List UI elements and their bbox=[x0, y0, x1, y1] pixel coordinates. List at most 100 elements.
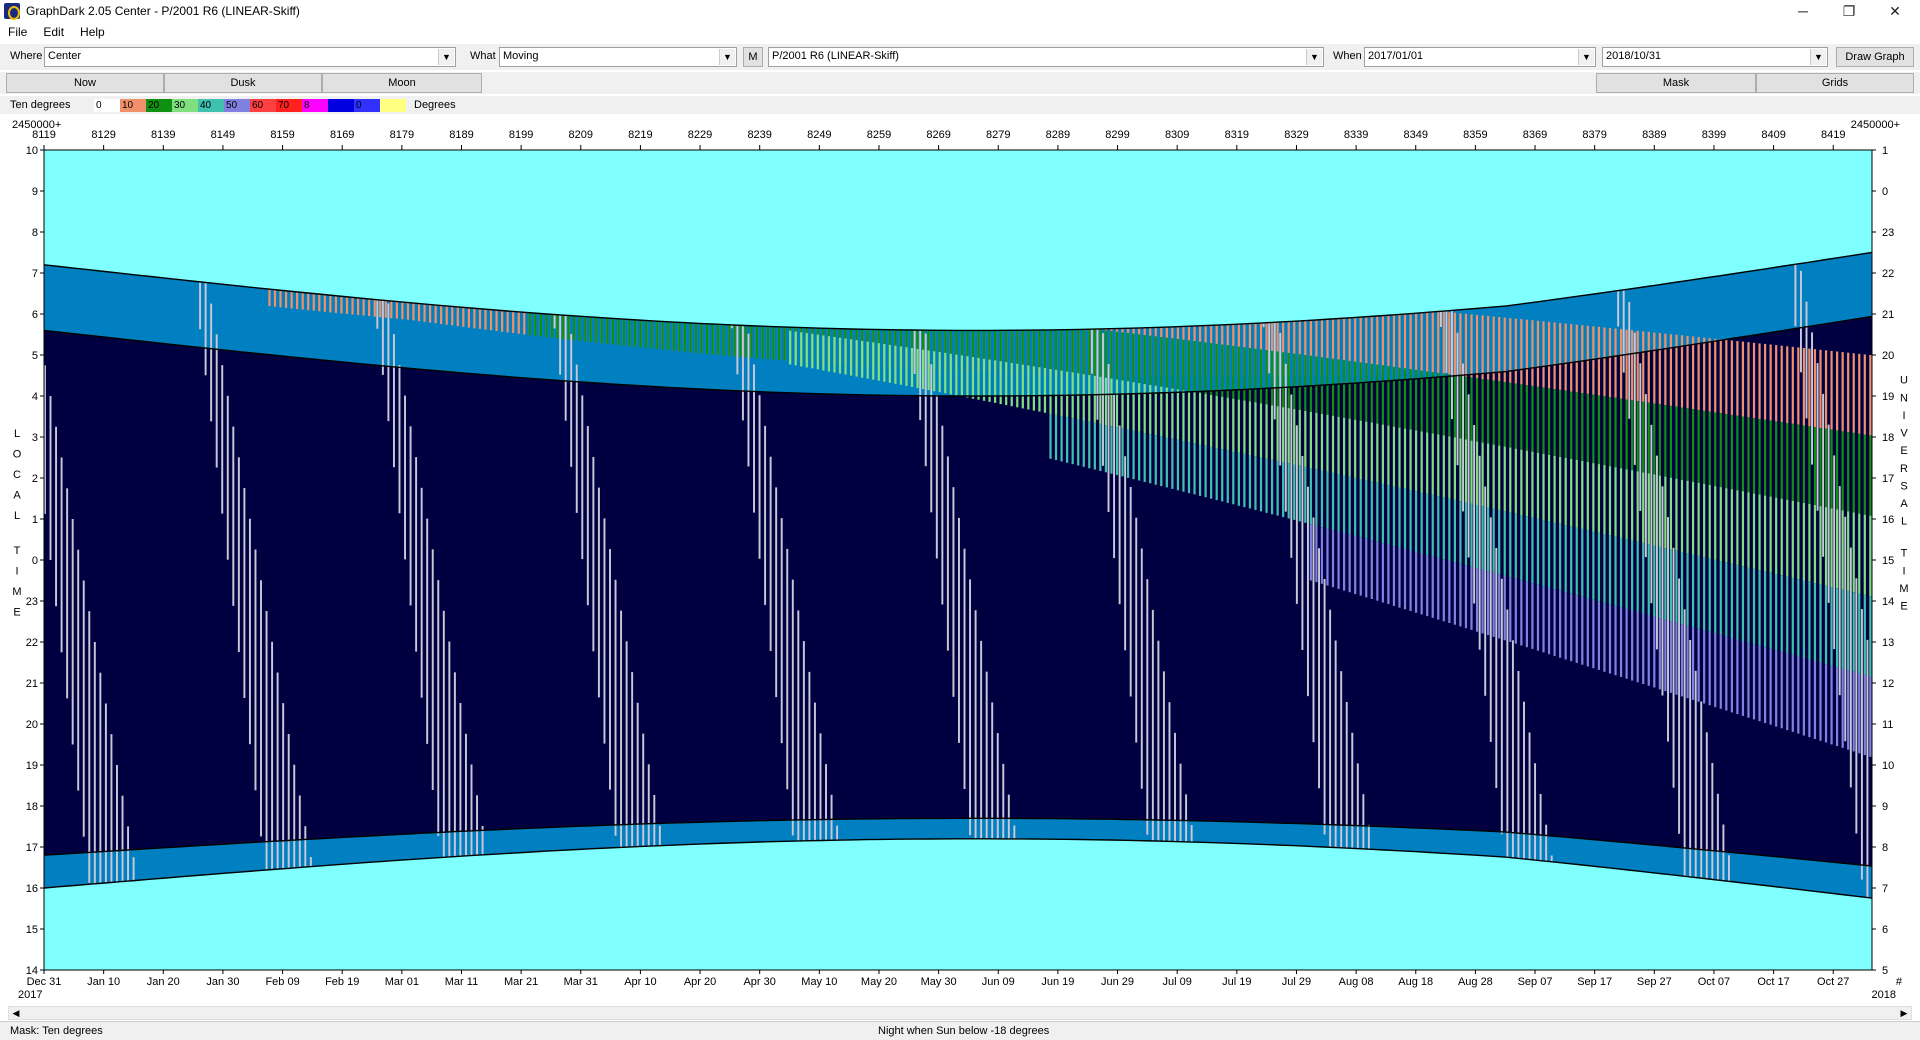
comet-altitude-band bbox=[1392, 486, 1396, 547]
comet-altitude-band bbox=[1775, 421, 1778, 498]
twilight-morning bbox=[1229, 821, 1233, 844]
night-band bbox=[866, 394, 870, 819]
what-select[interactable]: Moving ▼ bbox=[499, 47, 737, 67]
comet-altitude-band bbox=[1010, 363, 1013, 407]
twilight-morning bbox=[462, 831, 466, 857]
comet-altitude-band bbox=[1697, 410, 1700, 483]
comet-altitude-band bbox=[1642, 543, 1645, 614]
night-band bbox=[1539, 366, 1543, 836]
twilight-evening bbox=[1780, 266, 1784, 331]
scroll-left-icon[interactable]: ◀ bbox=[9, 1007, 23, 1019]
dusk-button[interactable]: Dusk bbox=[164, 73, 322, 93]
date-tick-label: Jul 19 bbox=[1222, 976, 1251, 988]
comet-altitude-band bbox=[1254, 402, 1257, 457]
twilight-morning bbox=[1467, 830, 1471, 855]
chevron-down-icon[interactable]: ▼ bbox=[438, 49, 454, 65]
night-band bbox=[46, 330, 50, 855]
twilight-morning bbox=[146, 848, 150, 880]
twilight-morning bbox=[1027, 818, 1031, 839]
night-band bbox=[897, 395, 901, 819]
twilight-morning bbox=[1306, 823, 1311, 847]
comet-altitude-band bbox=[307, 293, 310, 311]
universal-time-axis-letter: N bbox=[1900, 392, 1908, 404]
where-select[interactable]: Center ▼ bbox=[44, 47, 456, 67]
comet-altitude-band bbox=[766, 326, 770, 360]
twilight-evening bbox=[404, 302, 408, 368]
comet-altitude-band bbox=[672, 322, 675, 351]
chevron-down-icon[interactable]: ▼ bbox=[1810, 49, 1826, 65]
twilight-morning bbox=[916, 818, 920, 840]
comet-altitude-band bbox=[1536, 452, 1540, 519]
comet-altitude-band bbox=[506, 311, 509, 333]
maximize-button[interactable]: ❐ bbox=[1826, 0, 1872, 22]
twilight-morning bbox=[392, 834, 397, 861]
twilight-morning bbox=[235, 843, 239, 873]
comet-altitude-band bbox=[1586, 393, 1589, 462]
start-date-select[interactable]: 2017/01/01 ▼ bbox=[1364, 47, 1596, 67]
draw-graph-button[interactable]: Draw Graph bbox=[1836, 47, 1914, 67]
twilight-morning bbox=[1525, 833, 1529, 860]
twilight-morning bbox=[517, 828, 521, 853]
moonlight-stripe bbox=[298, 795, 301, 868]
menu-edit[interactable]: Edit bbox=[35, 25, 72, 39]
night-band bbox=[268, 354, 272, 842]
comet-altitude-band bbox=[949, 353, 952, 395]
jd-prefix-left: 2450000+ bbox=[12, 119, 61, 131]
comet-altitude-band bbox=[1043, 330, 1047, 375]
comet-altitude-band bbox=[1514, 383, 1517, 449]
comet-altitude-band bbox=[1741, 491, 1745, 567]
twilight-morning bbox=[750, 820, 754, 843]
scroll-right-icon[interactable]: ▶ bbox=[1897, 1007, 1911, 1019]
object-select[interactable]: P/2001 R6 (LINEAR-Skiff) ▼ bbox=[768, 47, 1324, 67]
twilight-evening bbox=[1550, 299, 1554, 366]
moonlight-stripe bbox=[304, 826, 307, 868]
menu-file[interactable]: File bbox=[0, 25, 35, 39]
night-band bbox=[52, 331, 56, 855]
legend-swatches: 0 10 20 30 40 50 60 70 8 0 bbox=[94, 98, 406, 112]
twilight-morning bbox=[135, 849, 139, 881]
moonlight-stripe bbox=[1340, 671, 1343, 848]
moonlight-stripe bbox=[1096, 329, 1099, 420]
moonlight-stripe bbox=[919, 330, 922, 421]
twilight-evening bbox=[287, 291, 291, 357]
now-button[interactable]: Now bbox=[6, 73, 164, 93]
comet-altitude-band bbox=[1802, 658, 1805, 736]
twilight-morning bbox=[174, 847, 178, 878]
minimize-button[interactable]: ─ bbox=[1780, 0, 1826, 22]
comet-altitude-band bbox=[1221, 449, 1224, 502]
twilight-morning bbox=[783, 820, 787, 842]
comet-altitude-band bbox=[1642, 613, 1645, 684]
moon-button[interactable]: Moon bbox=[322, 73, 482, 93]
twilight-morning bbox=[1392, 827, 1397, 851]
night-band bbox=[279, 355, 283, 841]
twilight-evening bbox=[1428, 312, 1433, 378]
twilight-morning bbox=[1520, 833, 1524, 859]
chevron-down-icon[interactable]: ▼ bbox=[719, 49, 735, 65]
chevron-down-icon[interactable]: ▼ bbox=[1306, 49, 1322, 65]
night-band bbox=[658, 386, 663, 824]
grids-button[interactable]: Grids bbox=[1756, 73, 1914, 93]
twilight-morning bbox=[739, 821, 743, 843]
chevron-down-icon[interactable]: ▼ bbox=[1578, 49, 1594, 65]
comet-altitude-band bbox=[1132, 333, 1135, 383]
m-button[interactable]: M bbox=[743, 47, 763, 67]
twilight-evening bbox=[232, 285, 236, 351]
menu-help[interactable]: Help bbox=[72, 25, 113, 39]
mask-button[interactable]: Mask bbox=[1596, 73, 1756, 93]
twilight-morning bbox=[473, 830, 477, 856]
twilight-morning bbox=[1805, 859, 1809, 891]
twilight-evening bbox=[104, 271, 109, 338]
comet-altitude-band bbox=[340, 296, 343, 314]
horizontal-scrollbar[interactable]: ◀ ▶ bbox=[8, 1006, 1912, 1020]
comet-altitude-band bbox=[1259, 457, 1263, 512]
comet-altitude-band bbox=[1858, 593, 1861, 674]
twilight-evening bbox=[262, 288, 266, 355]
comet-altitude-band bbox=[1830, 429, 1833, 509]
night-band bbox=[750, 391, 754, 821]
comet-altitude-band bbox=[1132, 430, 1135, 480]
local-time-tick: 8 bbox=[32, 227, 38, 239]
twilight-evening bbox=[597, 317, 602, 384]
close-button[interactable]: ✕ bbox=[1872, 0, 1918, 22]
comet-altitude-band bbox=[1459, 375, 1462, 439]
end-date-select[interactable]: 2018/10/31 ▼ bbox=[1602, 47, 1828, 67]
